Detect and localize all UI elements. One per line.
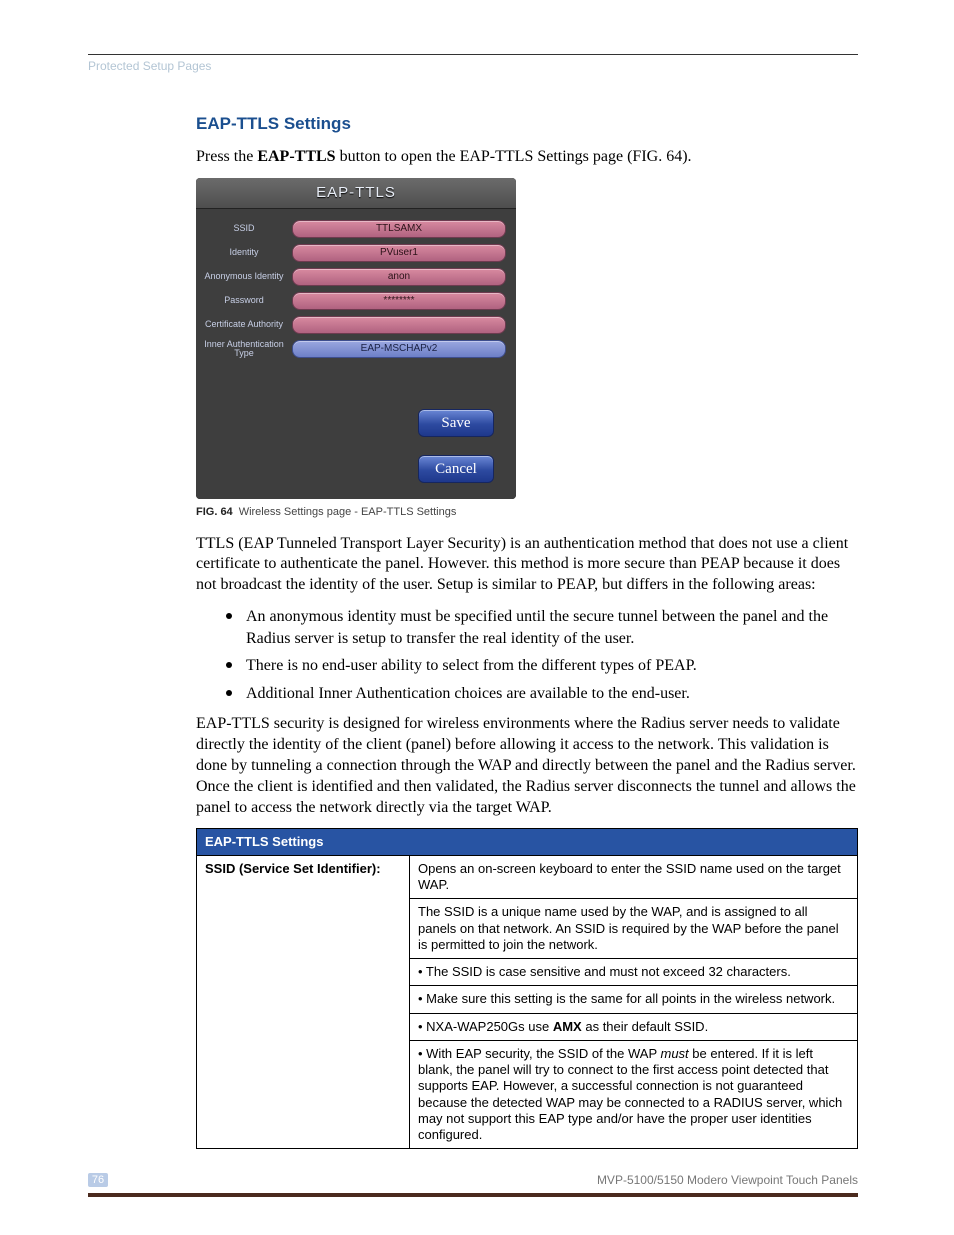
- bullet-list: An anonymous identity must be specified …: [226, 606, 858, 704]
- header-section: Protected Setup Pages: [88, 59, 858, 73]
- page-footer: 76 MVP-5100/5150 Modero Viewpoint Touch …: [88, 1173, 858, 1205]
- table-cell: • NXA-WAP250Gs use AMX as their default …: [410, 1013, 858, 1040]
- text-italic: must: [661, 1046, 689, 1061]
- figure-label: FIG. 64: [196, 506, 233, 518]
- field-identity[interactable]: PVuser1: [292, 244, 506, 262]
- footer-product: MVP-5100/5150 Modero Viewpoint Touch Pan…: [597, 1173, 858, 1187]
- table-cell: • The SSID is case sensitive and must no…: [410, 959, 858, 986]
- settings-table: EAP-TTLS Settings SSID (Service Set Iden…: [196, 828, 858, 1149]
- bullet-item: An anonymous identity must be specified …: [226, 606, 858, 649]
- table-cell: The SSID is a unique name used by the WA…: [410, 899, 858, 959]
- table-row-label: SSID (Service Set Identifier):: [197, 855, 410, 1149]
- field-anon-identity[interactable]: anon: [292, 268, 506, 286]
- intro-post: button to open the EAP-TTLS Settings pag…: [336, 148, 692, 165]
- label-inner-auth: Inner Authentication Type: [200, 340, 288, 358]
- table-cell-text: • With EAP security, the SSID of the WAP…: [418, 1046, 849, 1144]
- label-ssid: SSID: [200, 224, 288, 233]
- panel-title: EAP-TTLS: [196, 178, 516, 209]
- section-heading: EAP-TTLS Settings: [196, 113, 858, 136]
- table-cell: • Make sure this setting is the same for…: [410, 986, 858, 1013]
- text: • With EAP security, the SSID of the WAP: [418, 1046, 661, 1061]
- label-cert-authority: Certificate Authority: [200, 320, 288, 329]
- label-identity: Identity: [200, 248, 288, 257]
- cancel-button[interactable]: Cancel: [418, 455, 494, 483]
- table-cell-text: • NXA-WAP250Gs use AMX as their default …: [418, 1019, 849, 1035]
- table-cell-text: • The SSID is case sensitive and must no…: [418, 964, 849, 980]
- paragraph-eap-ttls-security: EAP-TTLS security is designed for wirele…: [196, 714, 858, 818]
- figure-caption-text: Wireless Settings page - EAP-TTLS Settin…: [239, 506, 457, 518]
- field-ssid[interactable]: TTLSAMX: [292, 220, 506, 238]
- eap-ttls-panel: EAP-TTLS SSID Identity Anonymous Identit…: [196, 178, 516, 499]
- field-inner-auth[interactable]: EAP-MSCHAPv2: [292, 340, 506, 358]
- page-number: 76: [88, 1173, 108, 1187]
- table-title: EAP-TTLS Settings: [197, 829, 858, 856]
- field-cert-authority[interactable]: [292, 316, 506, 334]
- table-cell-text: Opens an on-screen keyboard to enter the…: [418, 861, 849, 894]
- intro-paragraph: Press the EAP-TTLS button to open the EA…: [196, 146, 858, 168]
- figure-caption: FIG. 64 Wireless Settings page - EAP-TTLS…: [196, 505, 858, 520]
- intro-pre: Press the: [196, 148, 257, 165]
- table-cell-text: The SSID is a unique name used by the WA…: [418, 904, 849, 953]
- text: • NXA-WAP250Gs use: [418, 1019, 553, 1034]
- paragraph-ttls-desc: TTLS (EAP Tunneled Transport Layer Secur…: [196, 534, 858, 596]
- field-password[interactable]: ********: [292, 292, 506, 310]
- table-cell-text: • Make sure this setting is the same for…: [418, 991, 849, 1007]
- label-anon-identity: Anonymous Identity: [200, 272, 288, 281]
- table-cell: Opens an on-screen keyboard to enter the…: [410, 855, 858, 899]
- bullet-item: Additional Inner Authentication choices …: [226, 683, 858, 705]
- save-button[interactable]: Save: [418, 409, 494, 437]
- table-cell: • With EAP security, the SSID of the WAP…: [410, 1040, 858, 1149]
- text-bold: AMX: [553, 1019, 582, 1034]
- text: as their default SSID.: [582, 1019, 708, 1034]
- bullet-item: There is no end-user ability to select f…: [226, 655, 858, 677]
- intro-bold: EAP-TTLS: [257, 148, 335, 165]
- label-password: Password: [200, 296, 288, 305]
